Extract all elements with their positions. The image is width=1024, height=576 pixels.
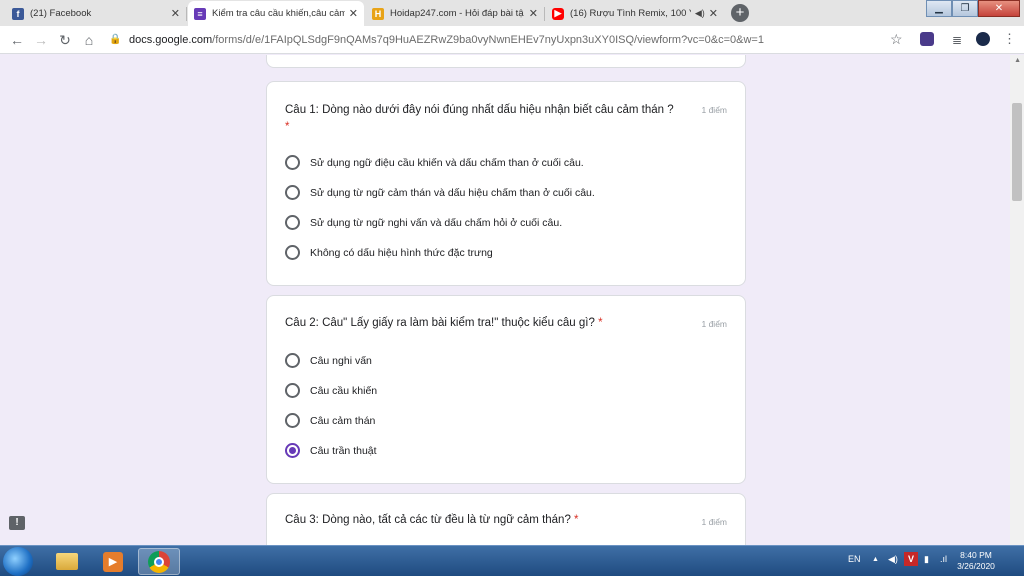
scroll-up-arrow[interactable]: ▲	[1014, 57, 1021, 64]
clock-date: 3/26/2020	[957, 561, 995, 571]
close-tab-icon[interactable]: ✕	[529, 7, 538, 20]
bookmark-star-icon[interactable]: ☆	[890, 31, 903, 48]
tab-separator	[186, 7, 187, 21]
back-icon[interactable]: ←	[8, 31, 26, 49]
tab-strip: f (21) Facebook ✕ ≡ Kiểm tra câu cầu khi…	[0, 0, 1024, 26]
extension-icon[interactable]	[920, 32, 934, 46]
question-title: Câu 2: Câu" Lấy giấy ra làm bài kiểm tra…	[285, 317, 603, 329]
tab-title: (21) Facebook	[30, 8, 92, 19]
network-icon[interactable]: ▮	[924, 554, 929, 565]
radio-button[interactable]	[285, 215, 300, 230]
radio-button[interactable]	[285, 155, 300, 170]
close-tab-icon[interactable]: ✕	[171, 7, 180, 20]
required-mark: *	[598, 317, 603, 329]
media-player-icon[interactable]: ▶	[92, 548, 134, 575]
radio-button-checked[interactable]	[285, 443, 300, 458]
tab-google-form[interactable]: ≡ Kiểm tra câu cầu khiến,câu cảm t ✕	[188, 1, 364, 26]
restore-button[interactable]: ❐	[952, 0, 978, 17]
antivirus-icon[interactable]: V	[904, 552, 918, 566]
show-hidden-icons-icon[interactable]: ▲	[872, 556, 879, 563]
system-clock[interactable]: 8:40 PM 3/26/2020	[946, 550, 1006, 572]
url-host: docs.google.com	[129, 34, 213, 46]
question-title: Câu 3: Dòng nào, tất cả các từ đều là từ…	[285, 514, 579, 526]
url-path: /forms/d/e/1FAIpQLSdgF9nQAMs7q9HuAEZRwZ9…	[212, 34, 764, 46]
clock-time: 8:40 PM	[960, 550, 992, 560]
option-label: Câu cầu khiến	[310, 384, 378, 397]
playlist-icon[interactable]: ≣	[948, 31, 966, 49]
question-text: Câu 2: Câu" Lấy giấy ra làm bài kiểm tra…	[285, 317, 595, 329]
question-title: Câu 1: Dòng nào dưới đây nói đúng nhất d…	[285, 102, 685, 136]
close-tab-icon[interactable]: ✕	[349, 7, 358, 20]
option-label: Câu trần thuật	[310, 444, 377, 457]
tab-facebook[interactable]: f (21) Facebook ✕	[6, 1, 187, 26]
answer-option[interactable]: Câu nghi vấn	[285, 353, 372, 368]
facebook-icon: f	[12, 7, 24, 20]
required-mark: *	[574, 514, 579, 526]
question-text: Câu 1: Dòng nào dưới đây nói đúng nhất d…	[285, 104, 674, 116]
address-bar[interactable]: 🔒 docs.google.com/forms/d/e/1FAIpQLSdgF9…	[103, 29, 908, 51]
answer-option[interactable]: Sử dụng từ ngữ nghi vấn và dấu chấm hỏi …	[285, 215, 562, 230]
report-feedback-icon[interactable]: !	[9, 516, 25, 530]
answer-option[interactable]: Câu cảm thán	[285, 413, 375, 428]
file-explorer-icon[interactable]	[46, 548, 88, 575]
home-icon[interactable]: ⌂	[80, 31, 98, 49]
profile-avatar[interactable]	[976, 32, 990, 46]
browser-toolbar: ← → ↻ ⌂ 🔒 docs.google.com/forms/d/e/1FAI…	[0, 26, 1024, 54]
close-window-button[interactable]: ✕	[978, 0, 1020, 17]
reload-icon[interactable]: ↻	[56, 31, 74, 49]
new-tab-button[interactable]: +	[731, 4, 749, 22]
scrollbar-thumb[interactable]	[1012, 103, 1022, 201]
option-label: Sử dụng từ ngữ nghi vấn và dấu chấm hỏi …	[310, 216, 563, 229]
option-label: Sử dụng từ ngữ cảm thán và dấu hiệu chấm…	[310, 186, 595, 199]
forward-icon[interactable]: →	[32, 31, 50, 49]
required-mark: *	[285, 121, 290, 133]
radio-button[interactable]	[285, 245, 300, 260]
window-controls: ▁ ❐ ✕	[926, 0, 1020, 17]
volume-icon[interactable]: ◀)	[888, 554, 898, 565]
question-points: 1 điểm	[701, 517, 727, 527]
close-tab-icon[interactable]: ✕	[709, 7, 718, 20]
chrome-icon	[148, 550, 170, 573]
hoidap247-icon: H	[372, 7, 384, 20]
windows-taskbar: ▶ EN ▲ ◀) V ▮ .ıl 8:40 PM 3/26/2020	[0, 545, 1024, 576]
option-label: Câu cảm thán	[310, 414, 376, 427]
speaker-icon[interactable]: ◀)	[695, 8, 705, 19]
play-icon: ▶	[103, 551, 123, 572]
folder-icon	[56, 553, 78, 570]
question-card-1: Câu 1: Dòng nào dưới đây nói đúng nhất d…	[266, 81, 746, 286]
question-points: 1 điểm	[701, 319, 727, 329]
answer-option[interactable]: Không có dấu hiệu hình thức đặc trưng	[285, 245, 493, 260]
youtube-icon: ▶	[552, 7, 564, 20]
minimize-button[interactable]: ▁	[926, 0, 952, 17]
tab-title: Hoidap247.com - Hỏi đáp bài tậ	[390, 8, 524, 19]
option-label: Sử dụng ngữ điệu cầu khiến và dấu chấm t…	[310, 156, 584, 169]
answer-option[interactable]: Sử dụng ngữ điệu cầu khiến và dấu chấm t…	[285, 155, 584, 170]
question-card-3: Câu 3: Dòng nào, tất cả các từ đều là từ…	[266, 493, 746, 545]
language-indicator[interactable]: EN	[848, 554, 861, 564]
answer-option[interactable]: Câu cầu khiến	[285, 383, 377, 398]
option-label: Câu nghi vấn	[310, 354, 372, 367]
previous-card	[266, 55, 746, 68]
radio-button[interactable]	[285, 353, 300, 368]
radio-button[interactable]	[285, 413, 300, 428]
answer-option[interactable]: Sử dụng từ ngữ cảm thán và dấu hiệu chấm…	[285, 185, 595, 200]
tab-separator	[544, 7, 545, 21]
form-page: Câu 1: Dòng nào dưới đây nói đúng nhất d…	[0, 55, 1024, 545]
chrome-taskbar-icon[interactable]	[138, 548, 180, 575]
menu-icon[interactable]: ⋮	[1003, 31, 1016, 47]
question-card-2: Câu 2: Câu" Lấy giấy ra làm bài kiểm tra…	[266, 295, 746, 484]
start-button[interactable]	[3, 547, 33, 576]
radio-button[interactable]	[285, 185, 300, 200]
answer-option-selected[interactable]: Câu trần thuật	[285, 443, 377, 458]
question-text: Câu 3: Dòng nào, tất cả các từ đều là từ…	[285, 514, 571, 526]
lock-icon: 🔒	[109, 34, 122, 45]
tab-title: Kiểm tra câu cầu khiến,câu cảm t	[212, 8, 345, 19]
tab-hoidap247[interactable]: H Hoidap247.com - Hỏi đáp bài tậ ✕	[366, 1, 545, 26]
google-forms-icon: ≡	[194, 7, 206, 20]
radio-button[interactable]	[285, 383, 300, 398]
tab-youtube[interactable]: ▶ (16) Rượu Tình Remix, 100 Yê ◀) ✕	[546, 1, 724, 26]
tab-title: (16) Rượu Tình Remix, 100 Yê	[570, 8, 691, 19]
option-label: Không có dấu hiệu hình thức đặc trưng	[310, 246, 493, 259]
question-points: 1 điểm	[701, 105, 727, 115]
